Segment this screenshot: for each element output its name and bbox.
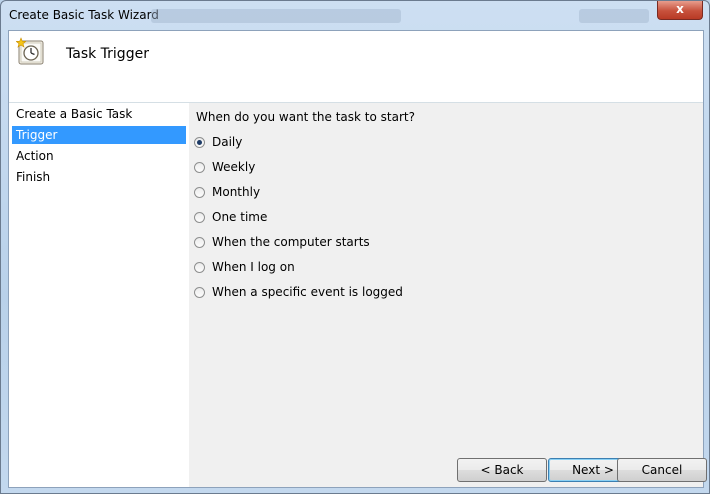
radio-weekly[interactable]	[194, 162, 205, 173]
close-button[interactable]: x	[657, 1, 703, 20]
option-label: When a specific event is logged	[212, 285, 403, 299]
task-clock-icon	[16, 37, 44, 65]
radio-one-time[interactable]	[194, 212, 205, 223]
window-title: Create Basic Task Wizard	[9, 8, 159, 22]
step-label: Trigger	[16, 128, 58, 142]
background-window-blur	[579, 9, 649, 23]
wizard-window: Create Basic Task Wizard x Task Trigger …	[0, 0, 710, 494]
option-label: When I log on	[212, 260, 295, 274]
radio-daily[interactable]	[194, 137, 205, 148]
trigger-options-panel: When do you want the task to start? Dail…	[189, 103, 703, 487]
wizard-header: Task Trigger	[9, 31, 703, 103]
background-window-blur	[151, 9, 401, 23]
wizard-client-area: Task Trigger Create a Basic Task Trigger…	[8, 30, 707, 488]
page-title: Task Trigger	[66, 46, 149, 62]
option-label: Daily	[212, 135, 243, 149]
step-create-basic-task[interactable]: Create a Basic Task	[12, 105, 186, 123]
radio-monthly[interactable]	[194, 187, 205, 198]
wizard-steps-panel: Create a Basic Task Trigger Action Finis…	[9, 103, 189, 487]
option-label: When the computer starts	[212, 235, 370, 249]
option-label: Weekly	[212, 160, 256, 174]
step-label: Create a Basic Task	[16, 107, 133, 121]
radio-computer-starts[interactable]	[194, 237, 205, 248]
step-trigger[interactable]: Trigger	[12, 126, 186, 144]
option-label: One time	[212, 210, 268, 224]
close-icon: x	[676, 2, 684, 16]
option-label: Monthly	[212, 185, 261, 199]
step-finish[interactable]: Finish	[12, 168, 186, 186]
radio-event-logged[interactable]	[194, 287, 205, 298]
radio-log-on[interactable]	[194, 262, 205, 273]
step-label: Action	[16, 149, 54, 163]
title-bar[interactable]: Create Basic Task Wizard x	[1, 1, 709, 31]
step-label: Finish	[16, 170, 51, 184]
cancel-button[interactable]: Cancel	[617, 458, 707, 482]
back-button[interactable]: < Back	[457, 458, 547, 482]
trigger-question: When do you want the task to start?	[196, 110, 415, 124]
step-action[interactable]: Action	[12, 147, 186, 165]
